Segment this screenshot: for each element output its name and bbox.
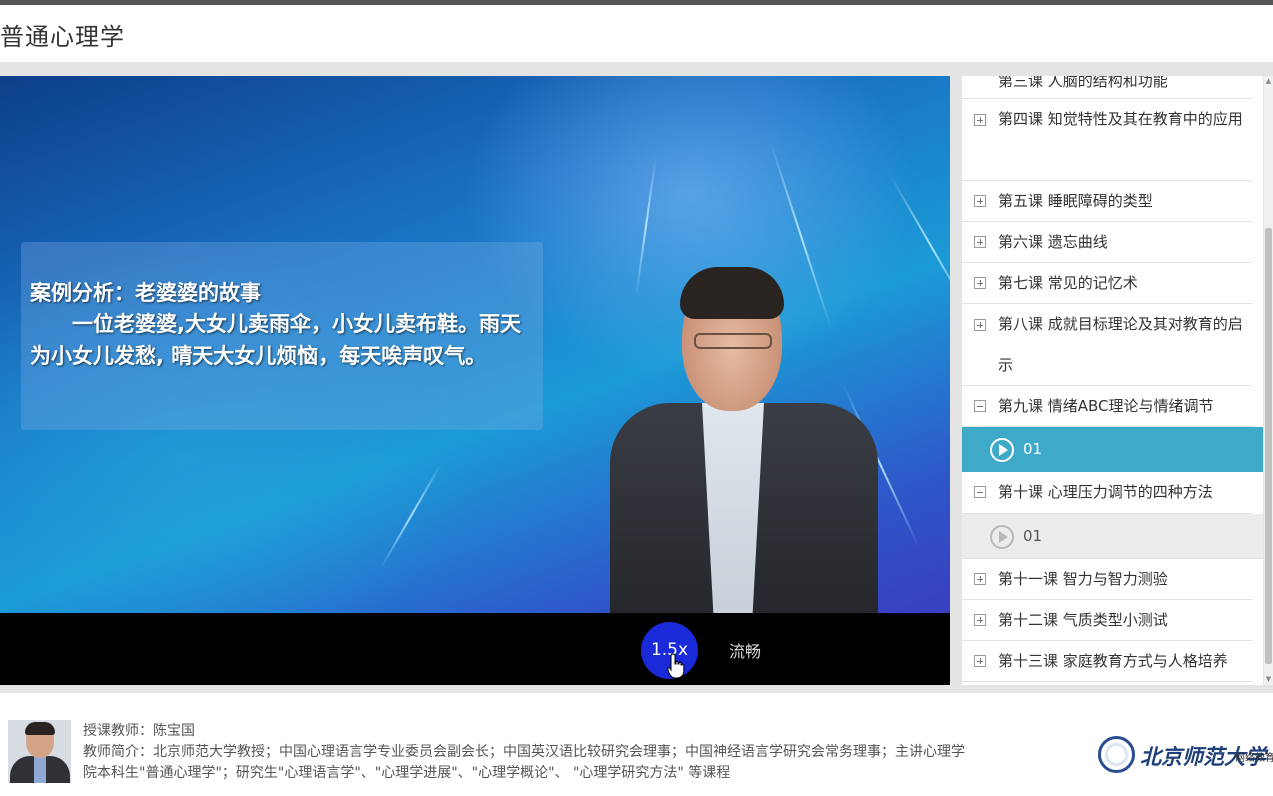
minus-square-icon[interactable] (974, 400, 986, 412)
page-title: 普通心理学 (0, 23, 125, 51)
lesson-label: 第六课 遗忘曲线 (998, 233, 1108, 251)
quality-button[interactable]: 流畅 (729, 638, 761, 662)
lesson-part-item[interactable]: 01 (962, 514, 1263, 559)
video-player[interactable]: 案例分析：老婆婆的故事 一位老婆婆,大女儿卖雨伞，小女儿卖布鞋。雨天为小女儿发愁… (0, 76, 950, 685)
lecturer-figure (610, 267, 880, 633)
lesson-label: 第十二课 气质类型小测试 (998, 611, 1168, 629)
avatar-hair (25, 722, 55, 735)
lesson-item[interactable]: 第三课 人脑的结构和功能 (962, 76, 1252, 99)
lesson-item[interactable]: 第六课 遗忘曲线 (962, 222, 1252, 263)
lesson-label: 第八课 成就目标理论及其对教育的启示 (998, 315, 1243, 374)
lesson-item[interactable]: 第十一课 智力与智力测验 (962, 559, 1252, 600)
teacher-intro: 教师简介：北京师范大学教授；中国心理语言学专业委员会副会长；中国英汉语比较研究会… (83, 744, 965, 781)
part-label: 01 (1023, 440, 1043, 458)
page-header: 普通心理学 (0, 5, 1273, 63)
lecturer-glasses (694, 333, 772, 349)
play-circle-icon (990, 525, 1014, 549)
lesson-label: 第四课 知觉特性及其在教育中的应用 (998, 110, 1243, 128)
plus-square-icon[interactable] (974, 236, 986, 248)
lesson-label: 第十一课 智力与智力测验 (998, 570, 1168, 588)
lesson-item[interactable]: 第四课 知觉特性及其在教育中的应用 (962, 99, 1252, 181)
lesson-item[interactable]: 第九课 情绪ABC理论与情绪调节 (962, 386, 1252, 427)
part-label: 01 (1023, 527, 1043, 545)
teacher-avatar (8, 720, 71, 783)
lesson-item[interactable]: 第十课 心理压力调节的四种方法 (962, 472, 1252, 514)
lesson-list[interactable]: 第三课 人脑的结构和功能 第四课 知觉特性及其在教育中的应用 第五课 睡眠障碍的… (962, 76, 1263, 685)
light-streak (380, 463, 442, 569)
lesson-item[interactable]: 第十二课 气质类型小测试 (962, 600, 1252, 641)
lesson-label: 第十三课 家庭教育方式与人格培养 (998, 652, 1228, 670)
plus-square-icon[interactable] (974, 319, 986, 331)
video-frame[interactable]: 案例分析：老婆婆的故事 一位老婆婆,大女儿卖雨伞，小女儿卖布鞋。雨天为小女儿发愁… (0, 76, 950, 633)
minus-square-icon[interactable] (974, 486, 986, 498)
slide-body: 一位老婆婆,大女儿卖雨伞，小女儿卖布鞋。雨天为小女儿发愁, 晴天大女儿烦恼，每天… (30, 312, 521, 368)
plus-square-icon[interactable] (974, 114, 986, 126)
plus-square-icon[interactable] (974, 195, 986, 207)
light-streak (890, 176, 950, 316)
lesson-label: 第十课 心理压力调节的四种方法 (998, 483, 1213, 501)
scroll-down-arrow-icon[interactable]: ▼ (1264, 675, 1273, 684)
plus-square-icon[interactable] (974, 277, 986, 289)
plus-square-icon[interactable] (974, 655, 986, 667)
logo-subtitle: 网络教育 (1235, 753, 1273, 764)
plus-square-icon[interactable] (974, 614, 986, 626)
lesson-item[interactable]: 第八课 成就目标理论及其对教育的启示 (962, 304, 1252, 386)
scroll-up-arrow-icon[interactable]: ▲ (1264, 77, 1273, 86)
lesson-item[interactable]: 第五课 睡眠障碍的类型 (962, 181, 1252, 222)
university-logo: 北京师范大学 网络教育 (1098, 736, 1273, 774)
avatar-shirt (34, 756, 46, 783)
course-info-footer: 授课教师：陈宝国 教师简介：北京师范大学教授；中国心理语言学专业委员会副会长；中… (0, 693, 1273, 796)
hand-cursor-icon (667, 653, 685, 679)
lesson-item[interactable]: 第七课 常见的记忆术 (962, 263, 1252, 304)
teacher-name: 授课教师：陈宝国 (83, 723, 195, 739)
lecturer-hair (680, 267, 784, 319)
play-circle-icon (990, 438, 1014, 462)
lesson-label: 第五课 睡眠障碍的类型 (998, 192, 1153, 210)
lesson-item[interactable]: 第十三课 家庭教育方式与人格培养 (962, 641, 1252, 682)
scrollbar-thumb[interactable] (1265, 228, 1272, 664)
university-seal-icon (1098, 736, 1135, 773)
lesson-label: 第九课 情绪ABC理论与情绪调节 (998, 397, 1214, 415)
lesson-label: 第七课 常见的记忆术 (998, 274, 1138, 292)
lesson-part-item-active[interactable]: 01 (962, 427, 1263, 472)
plus-square-icon[interactable] (974, 573, 986, 585)
slide-title: 案例分析：老婆婆的故事 (30, 281, 261, 305)
player-controls: 1.5x 流畅 (0, 613, 950, 685)
